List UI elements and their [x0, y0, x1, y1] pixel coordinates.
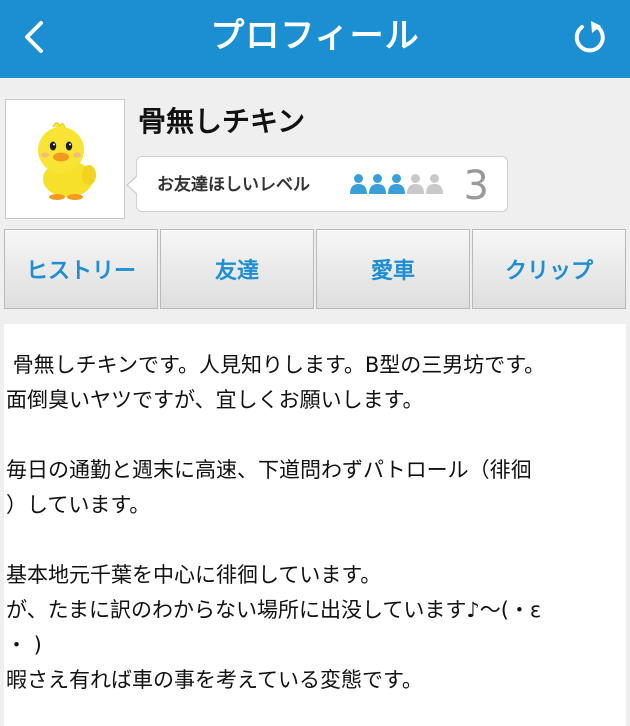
bio-line: 暇さえ有れば車の事を考えている変態です。 — [6, 668, 423, 692]
bio-line: 基本地元千葉を中心に徘徊しています。 — [6, 563, 382, 587]
profile-section: 骨無しチキン お友達ほしいレベル 3 — [0, 78, 630, 226]
chick-avatar — [38, 122, 96, 200]
refresh-icon — [574, 21, 605, 53]
bio-line: 毎日の通勤と週末に高速、下道問わずパトロール（徘徊 — [6, 458, 532, 482]
person-icon-filled — [388, 174, 405, 194]
bio-line: ）しています。 — [6, 493, 151, 517]
person-icon-empty — [426, 174, 443, 194]
bio-line: ・ ) — [6, 633, 42, 657]
tab-friends[interactable]: 友達 — [160, 229, 314, 309]
bio-line: 骨無しチキンです。人見知りします。B型の三男坊です。 — [6, 353, 546, 377]
profile-username: 骨無しチキン — [138, 105, 306, 138]
app-header: プロフィール — [0, 0, 630, 78]
profile-tabs: ヒストリー 友達 愛車 クリップ — [4, 229, 626, 309]
tab-clip[interactable]: クリップ — [472, 229, 626, 309]
bio-line-break — [6, 418, 626, 453]
person-icon-filled — [369, 174, 386, 194]
person-icon-filled — [350, 174, 367, 194]
bio-line-break — [6, 523, 626, 558]
refresh-button[interactable] — [564, 12, 616, 62]
tab-history[interactable]: ヒストリー — [4, 229, 158, 309]
avatar[interactable] — [5, 99, 125, 219]
friend-level-meter — [349, 173, 444, 197]
friend-level-label: お友達ほしいレベル — [157, 175, 310, 195]
friend-level-box: お友達ほしいレベル 3 — [126, 156, 508, 212]
profile-bio: 骨無しチキンです。人見知りします。B型の三男坊です。 面倒臭いヤツですが、宜しく… — [4, 324, 626, 726]
page-title: プロフィール — [210, 16, 420, 56]
bio-line: が、たまに訳のわからない場所に出没しています♪〜(・ε — [6, 598, 542, 622]
friend-level-value: 3 — [463, 163, 489, 209]
tab-car[interactable]: 愛車 — [316, 229, 470, 309]
bio-line: 面倒臭いヤツですが、宜しくお願いします。 — [6, 388, 424, 412]
person-icon-empty — [407, 174, 424, 194]
